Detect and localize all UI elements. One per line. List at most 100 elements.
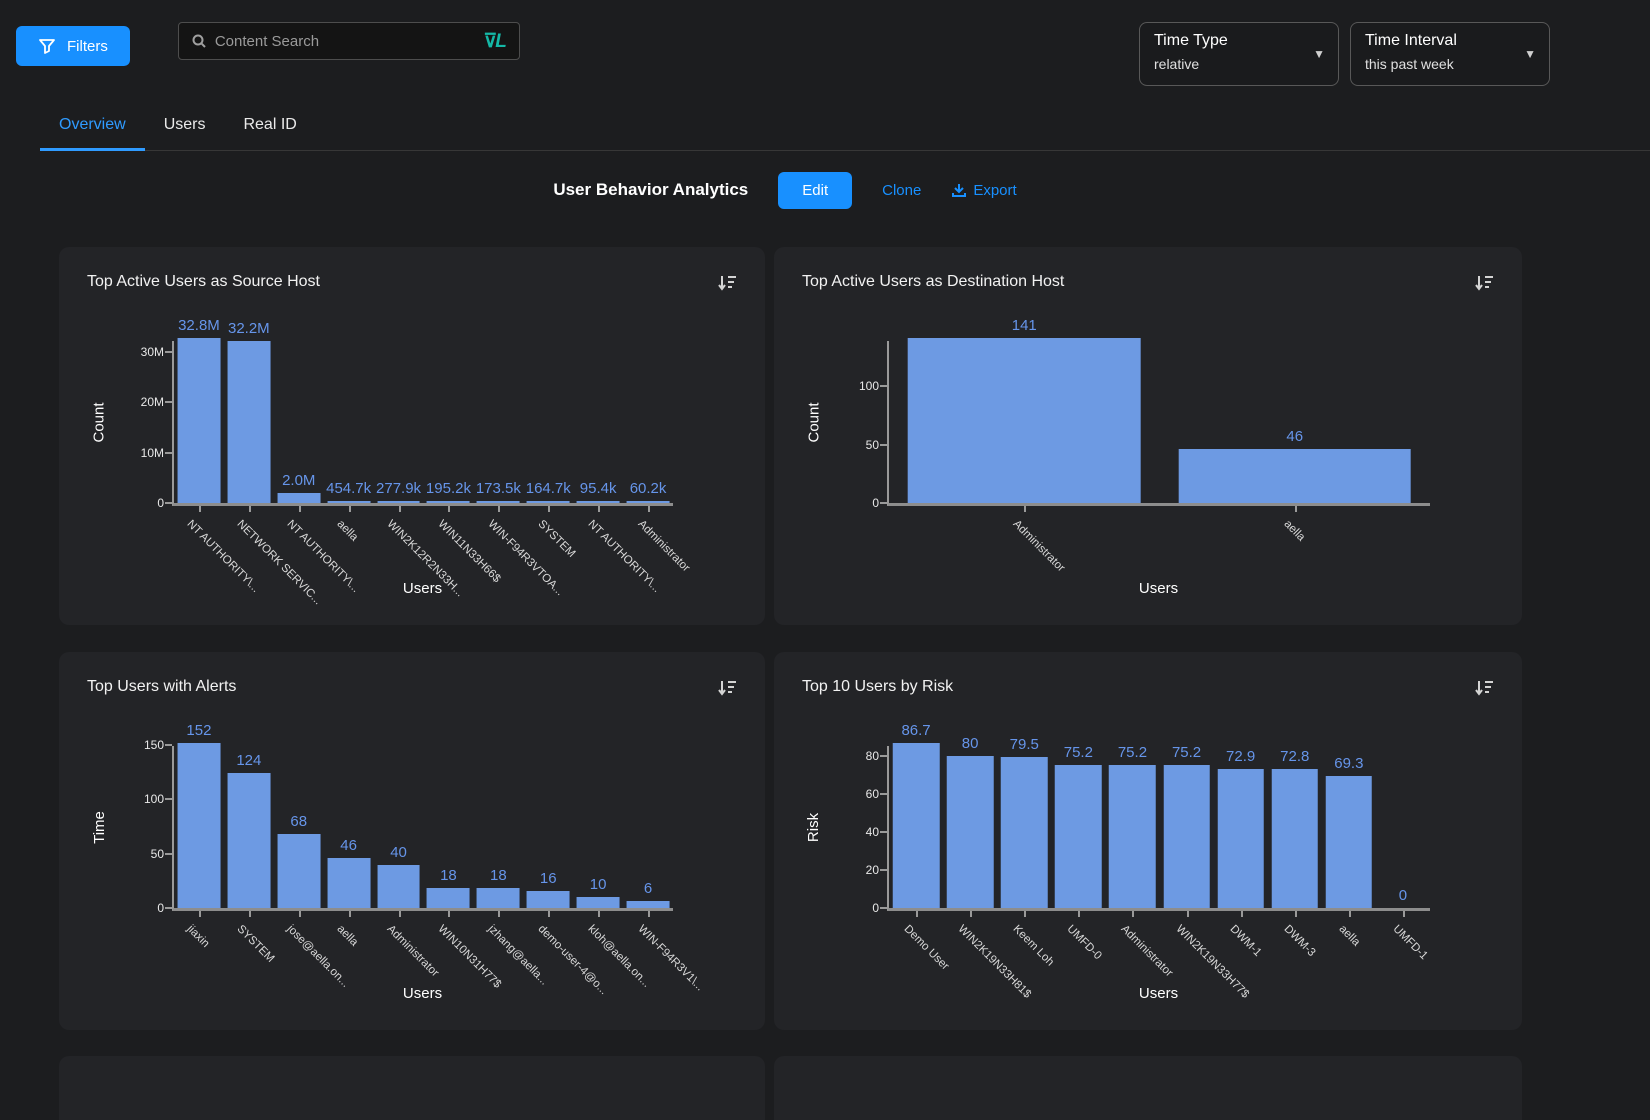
time-type-select[interactable]: Time Type relative ▼ xyxy=(1139,22,1339,86)
x-tick-label: SYSTEM xyxy=(535,518,577,560)
content-search-input[interactable] xyxy=(215,33,475,50)
bar-value-label: 46 xyxy=(340,837,357,854)
time-type-value: relative xyxy=(1154,56,1300,72)
card-partial xyxy=(774,1056,1522,1120)
x-axis-title: Users xyxy=(172,580,673,597)
tab-bar: Overview Users Real ID xyxy=(40,106,1650,151)
x-axis-zone: NT AUTHORITY\...NETWORK SERVIC...NT AUTH… xyxy=(172,506,673,610)
bar[interactable] xyxy=(577,897,620,908)
bar[interactable] xyxy=(177,338,220,503)
export-button[interactable]: Export xyxy=(951,182,1016,199)
x-tick-label: aella xyxy=(1336,923,1362,949)
y-axis-title: Count xyxy=(89,341,109,503)
bar[interactable] xyxy=(1109,765,1156,908)
x-tick-label: UMFD-0 xyxy=(1065,923,1104,962)
y-tick-label: 50 xyxy=(114,847,164,861)
bar[interactable] xyxy=(893,743,940,908)
y-tick-label: 30M xyxy=(114,345,164,359)
y-tick-label: 10M xyxy=(114,446,164,460)
bar-value-label: 46 xyxy=(1286,428,1303,445)
sort-button[interactable] xyxy=(717,678,737,698)
bar[interactable] xyxy=(377,865,420,908)
tab-real-id[interactable]: Real ID xyxy=(224,106,315,151)
bar[interactable] xyxy=(1178,449,1411,503)
bar-chart: Time050100150152124684640181816106 jiaxi… xyxy=(87,746,737,1015)
sort-button[interactable] xyxy=(1474,678,1494,698)
sort-descending-icon xyxy=(1474,273,1494,293)
bar[interactable] xyxy=(427,888,470,908)
chevron-down-icon: ▼ xyxy=(1313,47,1325,61)
filters-button-label: Filters xyxy=(67,38,108,55)
x-tick-label: Keem Loh xyxy=(1010,923,1056,969)
bar-value-label: 95.4k xyxy=(580,480,617,497)
bar[interactable] xyxy=(277,493,320,503)
card-top-active-users-destination-host: Top Active Users as Destination Host Cou… xyxy=(774,247,1522,625)
bar-chart: Count05010014146 AdministratoraellaUsers xyxy=(802,341,1494,610)
next-row-partial xyxy=(59,1056,1642,1120)
x-tick-label: DWM-1 xyxy=(1227,923,1263,959)
bar[interactable] xyxy=(1055,765,1102,908)
bar[interactable] xyxy=(377,501,420,503)
bar-chart: Risk02040608086.78079.575.275.275.272.97… xyxy=(802,746,1494,1015)
y-tick-mark xyxy=(165,452,172,454)
bar[interactable] xyxy=(477,501,520,503)
bar[interactable] xyxy=(1163,765,1210,908)
bar[interactable] xyxy=(277,834,320,908)
dashboard-toolbar: User Behavior Analytics Edit Clone Expor… xyxy=(0,151,1610,229)
x-tick-label: Administrator xyxy=(635,518,691,574)
bar[interactable] xyxy=(527,891,570,908)
filters-button[interactable]: Filters xyxy=(16,26,130,66)
x-tick-label: Administrator xyxy=(1010,518,1066,574)
x-tick-label: Administrator xyxy=(385,923,441,979)
x-axis-title: Users xyxy=(172,985,673,1002)
bar-value-label: 164.7k xyxy=(526,480,571,497)
bar-value-label: 2.0M xyxy=(282,472,315,489)
sort-button[interactable] xyxy=(717,273,737,293)
x-axis-zone: AdministratoraellaUsers xyxy=(887,506,1430,610)
tab-overview[interactable]: Overview xyxy=(40,106,145,151)
bar[interactable] xyxy=(627,501,670,503)
bar[interactable] xyxy=(527,501,570,503)
bar[interactable] xyxy=(227,341,270,503)
y-tick-mark xyxy=(165,401,172,403)
tab-users[interactable]: Users xyxy=(145,106,225,151)
y-axis-title: Count xyxy=(804,341,824,503)
x-tick-label: SYSTEM xyxy=(235,923,277,965)
bar[interactable] xyxy=(427,501,470,503)
time-interval-select[interactable]: Time Interval this past week ▼ xyxy=(1350,22,1550,86)
y-tick-mark xyxy=(880,444,887,446)
y-tick-label: 20 xyxy=(829,863,879,877)
filter-funnel-icon xyxy=(38,37,56,55)
bar[interactable] xyxy=(1271,769,1318,908)
y-tick-mark xyxy=(880,907,887,909)
x-tick-label: aella xyxy=(335,923,361,949)
y-tick-label: 0 xyxy=(829,496,879,510)
x-axis-title: Users xyxy=(887,580,1430,597)
bar[interactable] xyxy=(908,338,1141,503)
bar[interactable] xyxy=(627,901,670,908)
bar[interactable] xyxy=(1001,757,1048,908)
bar-value-label: 10 xyxy=(590,876,607,893)
clone-button[interactable]: Clone xyxy=(882,182,921,199)
bar-value-label: 60.2k xyxy=(630,480,667,497)
bar-value-label: 124 xyxy=(236,752,261,769)
x-axis-zone: jiaxinSYSTEMjose@aella.on...aellaAdminis… xyxy=(172,911,673,1015)
plot-area: Count010M20M30M32.8M32.2M2.0M454.7k277.9… xyxy=(172,341,673,506)
y-tick-mark xyxy=(880,755,887,757)
content-search-box[interactable]: ⊽L xyxy=(178,22,520,60)
bar[interactable] xyxy=(327,501,370,503)
bar[interactable] xyxy=(1217,769,1264,908)
bar[interactable] xyxy=(1326,776,1373,908)
sort-button[interactable] xyxy=(1474,273,1494,293)
bar[interactable] xyxy=(477,888,520,908)
lucene-query-icon[interactable]: ⊽L xyxy=(483,30,507,53)
bar-value-label: 72.9 xyxy=(1226,748,1255,765)
bar[interactable] xyxy=(327,858,370,908)
bar[interactable] xyxy=(227,773,270,908)
edit-button[interactable]: Edit xyxy=(778,172,852,209)
chart-title: Top Users with Alerts xyxy=(87,678,236,696)
bar-value-label: 195.2k xyxy=(426,480,471,497)
bar[interactable] xyxy=(177,743,220,908)
bar[interactable] xyxy=(577,501,620,503)
bar[interactable] xyxy=(947,756,994,908)
